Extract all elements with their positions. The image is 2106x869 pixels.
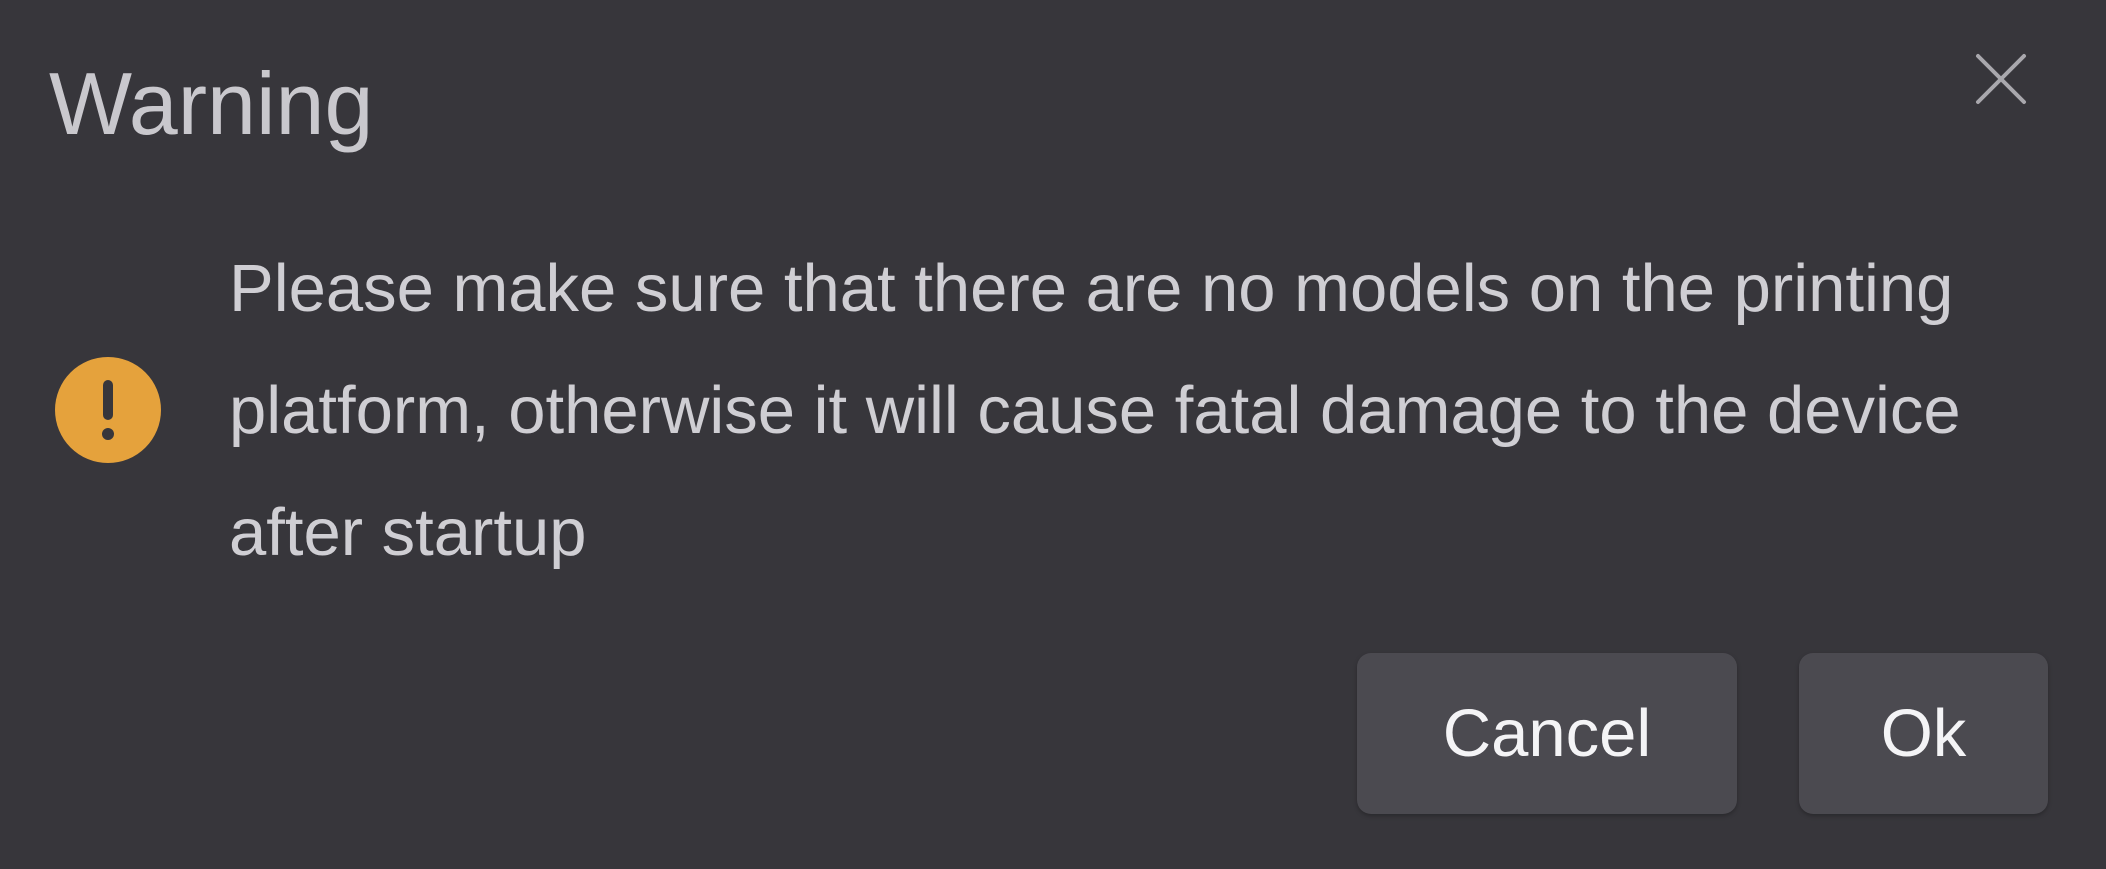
close-icon[interactable] (1966, 44, 2036, 114)
cancel-button[interactable]: Cancel (1357, 653, 1737, 814)
exclamation-circle-icon (54, 356, 162, 464)
warning-dialog: Warning Please make sure that there are … (0, 0, 2106, 869)
ok-button[interactable]: Ok (1799, 653, 2048, 814)
warning-message: Please make sure that there are no model… (229, 251, 1961, 570)
dialog-title: Warning (49, 54, 374, 153)
